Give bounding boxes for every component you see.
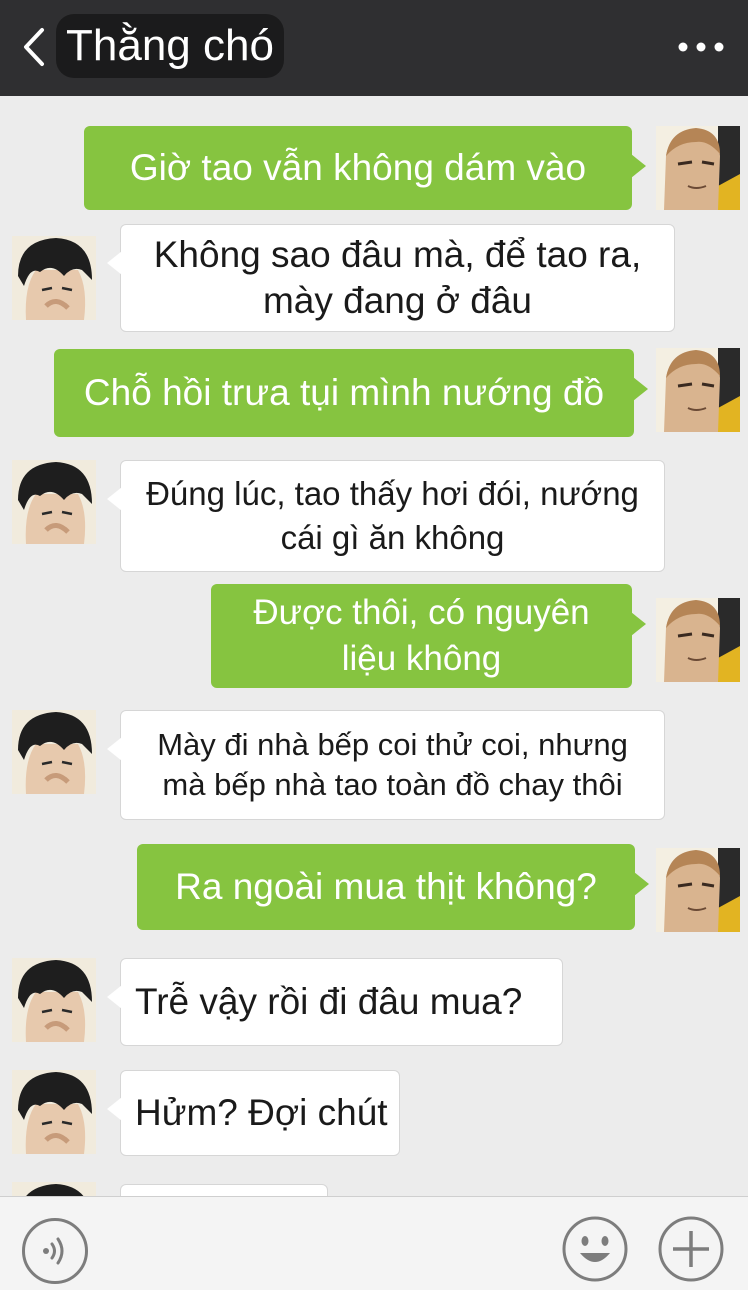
message-text: Không sao đâu mà, để tao ra, mày đang ở … <box>153 234 642 321</box>
received-message-bubble[interactable]: Đúng lúc, tao thấy hơi đói, nướng cái gì… <box>107 460 665 572</box>
avatar-image <box>12 460 96 544</box>
my-avatar[interactable] <box>656 848 740 932</box>
contact-avatar[interactable] <box>12 460 96 544</box>
avatar-image <box>12 710 96 794</box>
back-button[interactable] <box>18 22 52 72</box>
sent-message-bubble[interactable]: Chỗ hồi trưa tụi mình nướng đồ <box>54 349 648 437</box>
my-avatar[interactable] <box>656 126 740 210</box>
more-actions-button[interactable] <box>657 1215 725 1283</box>
my-avatar[interactable] <box>656 348 740 432</box>
message-text: Ra ngoài mua thịt không? <box>175 866 597 907</box>
avatar-image <box>12 1070 96 1154</box>
message-text: Chỗ hồi trưa tụi mình nướng đồ <box>83 372 605 413</box>
voice-input-button[interactable] <box>22 1218 88 1284</box>
avatar-image <box>656 598 740 682</box>
contact-avatar[interactable] <box>12 1070 96 1154</box>
avatar-image <box>12 236 96 320</box>
ellipsis-icon <box>678 42 724 52</box>
message-text: Đúng lúc, tao thấy hơi đói, nướng cái gì… <box>146 475 639 556</box>
message-text: Hửm? Đợi chút <box>135 1092 388 1133</box>
received-message-bubble[interactable]: Mày đi nhà bếp coi thử coi, nhưng mà bếp… <box>107 710 665 820</box>
emoji-button[interactable] <box>561 1215 629 1283</box>
contact-avatar[interactable] <box>12 1182 96 1196</box>
input-bar <box>0 1196 748 1290</box>
chat-title: Thằng chó <box>66 21 274 70</box>
more-options-button[interactable] <box>676 36 726 58</box>
received-message-bubble[interactable]: Không sao đâu mà, để tao ra, mày đang ở … <box>107 224 675 332</box>
plus-icon <box>658 1216 724 1282</box>
avatar-image <box>12 1182 96 1196</box>
chat-title-container: Thằng chó <box>56 14 284 78</box>
contact-avatar[interactable] <box>12 710 96 794</box>
chat-header: Thằng chó <box>0 0 748 96</box>
contact-avatar[interactable] <box>12 236 96 320</box>
message-text: Được thôi, có nguyên liệu không <box>253 593 590 678</box>
received-message-bubble[interactable]: Hửm? Đợi chút <box>107 1070 400 1156</box>
sent-message-bubble[interactable]: Được thôi, có nguyên liệu không <box>211 584 646 688</box>
avatar-image <box>656 848 740 932</box>
voice-icon <box>43 1237 64 1265</box>
sent-message-bubble[interactable]: Giờ tao vẫn không dám vào <box>84 126 646 210</box>
message-text: Giờ tao vẫn không dám vào <box>129 147 587 188</box>
emoji-icon <box>562 1216 628 1282</box>
chevron-left-icon <box>24 28 44 66</box>
received-message-bubble[interactable]: Trễ vậy rồi đi đâu mua? <box>107 958 563 1046</box>
sent-message-bubble[interactable]: Ra ngoài mua thịt không? <box>137 844 649 930</box>
message-list[interactable]: Giờ tao vẫn không dám vào Không sao đâu … <box>0 96 748 1196</box>
contact-avatar[interactable] <box>12 958 96 1042</box>
message-text: Mày đi nhà bếp coi thử coi, nhưng mà bếp… <box>157 727 628 802</box>
message-text: Trễ vậy rồi đi đâu mua? <box>135 981 523 1022</box>
avatar-image <box>12 958 96 1042</box>
avatar-image <box>656 126 740 210</box>
avatar-image <box>656 348 740 432</box>
my-avatar[interactable] <box>656 598 740 682</box>
received-message-bubble-partial[interactable] <box>120 1184 328 1196</box>
